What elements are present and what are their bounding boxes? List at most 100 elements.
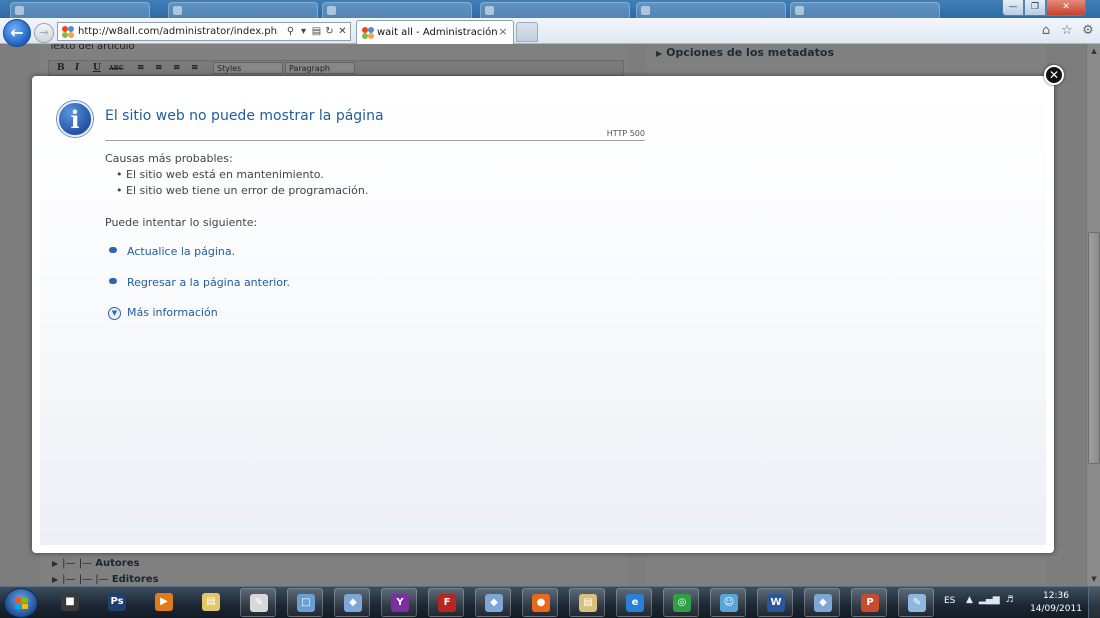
scroll-down-arrow[interactable]: ▼: [1087, 572, 1100, 586]
new-tab-button[interactable]: [516, 22, 538, 42]
clock-time: 12:36: [1043, 591, 1069, 601]
refresh-icon[interactable]: ↻: [324, 24, 335, 39]
people-app-icon: ☺: [720, 594, 738, 612]
start-button[interactable]: [4, 588, 38, 618]
taskbar-app-filezilla[interactable]: F: [428, 588, 464, 617]
taskbar-app-virtualbox[interactable]: ◆: [334, 588, 370, 617]
search-icon[interactable]: ⚲: [285, 24, 296, 39]
go-back-link[interactable]: Regresar a la página anterior.: [127, 276, 290, 289]
forward-button[interactable]: →: [34, 23, 54, 43]
restore-button[interactable]: ❐: [1024, 0, 1046, 16]
taskbar-app-word[interactable]: W: [757, 588, 793, 617]
navigation-bar: ← → ⚲ ▾ ▤ ↻ ✕ wait all - Administración …: [0, 18, 1100, 47]
window-controls: — ❐ ✕: [1002, 0, 1086, 16]
taskbar-app-explorer[interactable]: ▤: [569, 588, 605, 617]
title-divider: [105, 140, 645, 141]
tab-title: wait all - Administración: [377, 27, 498, 38]
strikethrough-button[interactable]: ABC: [109, 65, 124, 72]
editor-label: Texto del artículo: [49, 44, 135, 52]
folder-icon: ▤: [202, 593, 220, 611]
background-tab[interactable]: [790, 2, 940, 18]
close-window-button[interactable]: ✕: [1046, 0, 1086, 16]
paragraph-select[interactable]: Paragraph: [285, 62, 355, 74]
taskbar-app-folder[interactable]: ▤: [193, 588, 229, 617]
photoshop-icon: Ps: [108, 593, 126, 611]
refresh-page-link[interactable]: Actualice la página.: [127, 245, 235, 258]
tools-gear-icon[interactable]: ⚙: [1080, 23, 1096, 39]
address-bar[interactable]: ⚲ ▾ ▤ ↻ ✕: [57, 22, 351, 41]
expand-triangle-icon: ▶: [52, 575, 59, 584]
scrollbar-thumb[interactable]: [1088, 232, 1100, 464]
notepad-icon: ✎: [250, 594, 268, 612]
stop-icon[interactable]: ✕: [337, 24, 348, 39]
scroll-up-arrow[interactable]: ▲: [1087, 44, 1100, 58]
more-info-link[interactable]: Más información: [127, 306, 218, 319]
filezilla-icon: F: [438, 594, 456, 612]
styles-select[interactable]: Styles: [213, 62, 283, 74]
internet-explorer-icon: e: [626, 594, 644, 612]
network-signal-icon[interactable]: ▂▄▆: [979, 595, 1000, 605]
background-tab[interactable]: [636, 2, 786, 18]
powerpoint-icon: P: [861, 594, 879, 612]
favorites-star-icon[interactable]: ☆: [1059, 23, 1075, 39]
show-desktop-button[interactable]: [1088, 587, 1100, 618]
taskbar-app-notepad[interactable]: ✎: [240, 588, 276, 617]
tree-item[interactable]: ▶ |— |— Autores: [52, 558, 139, 569]
language-indicator[interactable]: ES: [944, 596, 955, 606]
cause-item: El sitio web tiene un error de programac…: [116, 184, 368, 197]
virtualbox-icon: ◆: [485, 594, 503, 612]
bold-button[interactable]: B: [57, 63, 65, 73]
causes-heading: Causas más probables:: [105, 152, 233, 165]
align-right-icon[interactable]: ≡: [173, 63, 181, 73]
cause-item: El sitio web está en mantenimiento.: [116, 168, 324, 181]
background-tab[interactable]: [168, 2, 318, 18]
background-tab[interactable]: [10, 2, 150, 18]
taskbar-app-chrome[interactable]: ◎: [663, 588, 699, 617]
minimize-button[interactable]: —: [1002, 0, 1024, 16]
back-button[interactable]: ←: [3, 19, 31, 47]
expand-triangle-icon: ▶: [656, 49, 663, 58]
yahoo-messenger-icon: Y: [391, 594, 409, 612]
taskbar-app-virtualbox[interactable]: ◆: [475, 588, 511, 617]
taskbar-app-internet-explorer[interactable]: e: [616, 588, 652, 617]
volume-icon[interactable]: ♬: [1006, 595, 1014, 605]
tab-close-icon[interactable]: ×: [497, 26, 509, 38]
taskbar-app-powerpoint[interactable]: P: [851, 588, 887, 617]
home-icon[interactable]: ⌂: [1038, 23, 1054, 39]
firefox-icon: ●: [532, 594, 550, 612]
italic-button[interactable]: I: [75, 63, 79, 73]
taskbar: ■ Ps ▶ ▤ ✎ □ ◆ Y F ◆ ● ▤ e ◎ ☺ W ◆ P ✎ ES ▲ ▂▄▆ ♬ 12:36 14…: [0, 586, 1100, 618]
http-status-code: HTTP 500: [606, 129, 645, 138]
taskbar-app-media-center[interactable]: ■: [52, 588, 88, 617]
tree-item[interactable]: ▶ |— |— |— Editores: [52, 574, 159, 585]
taskbar-app-people-app[interactable]: ☺: [710, 588, 746, 617]
paint-icon: ✎: [908, 594, 926, 612]
align-center-icon[interactable]: ≡: [155, 63, 163, 73]
align-justify-icon[interactable]: ≡: [191, 63, 199, 73]
clock[interactable]: 12:36 14/09/2011: [1028, 590, 1084, 616]
taskbar-app-virtualbox[interactable]: ◆: [804, 588, 840, 617]
background-tab[interactable]: [480, 2, 630, 18]
modal-close-button[interactable]: ✕: [1044, 65, 1064, 85]
suggestions-heading: Puede intentar lo siguiente:: [105, 216, 258, 229]
dropdown-arrow-icon[interactable]: ▾: [298, 24, 309, 39]
underline-button[interactable]: U: [93, 63, 101, 73]
info-icon: i: [57, 101, 93, 137]
taskbar-app-document-app[interactable]: □: [287, 588, 323, 617]
taskbar-app-firefox[interactable]: ●: [522, 588, 558, 617]
align-left-icon[interactable]: ≡: [137, 63, 145, 73]
taskbar-app-video-player[interactable]: ▶: [146, 588, 182, 617]
background-tab[interactable]: [322, 2, 472, 18]
metadata-options-header[interactable]: ▶ Opciones de los metadatos: [656, 46, 834, 59]
url-input[interactable]: [78, 25, 278, 39]
vertical-scrollbar[interactable]: ▲ ▼: [1086, 44, 1100, 586]
taskbar-app-paint[interactable]: ✎: [898, 588, 934, 617]
virtualbox-icon: ◆: [344, 594, 362, 612]
tab-active[interactable]: wait all - Administración ×: [356, 20, 514, 44]
taskbar-app-photoshop[interactable]: Ps: [99, 588, 135, 617]
blue-bullet-icon: [109, 247, 117, 253]
compatibility-view-icon[interactable]: ▤: [311, 24, 322, 39]
expand-chevron-icon[interactable]: ▼: [108, 307, 121, 320]
show-hidden-icons-arrow[interactable]: ▲: [966, 595, 973, 605]
taskbar-app-yahoo-messenger[interactable]: Y: [381, 588, 417, 617]
